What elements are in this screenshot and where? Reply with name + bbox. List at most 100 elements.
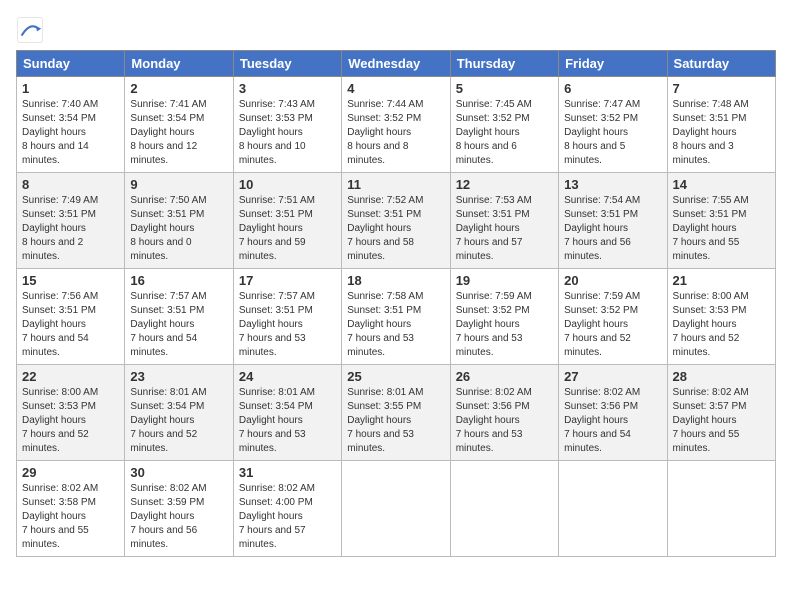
day-number: 8 <box>22 177 119 192</box>
day-number: 23 <box>130 369 227 384</box>
empty-cell <box>450 461 558 557</box>
logo-icon <box>16 16 44 44</box>
day-number: 30 <box>130 465 227 480</box>
day-info: Sunrise: 8:01 AMSunset: 3:54 PMDaylight … <box>130 387 206 454</box>
day-info: Sunrise: 7:55 AMSunset: 3:51 PMDaylight … <box>673 195 749 262</box>
day-info: Sunrise: 7:48 AMSunset: 3:51 PMDaylight … <box>673 99 749 166</box>
day-info: Sunrise: 8:02 AMSunset: 3:57 PMDaylight … <box>673 387 749 454</box>
day-cell-19: 19 Sunrise: 7:59 AMSunset: 3:52 PMDaylig… <box>450 269 558 365</box>
day-cell-22: 22 Sunrise: 8:00 AMSunset: 3:53 PMDaylig… <box>17 365 125 461</box>
day-cell-28: 28 Sunrise: 8:02 AMSunset: 3:57 PMDaylig… <box>667 365 775 461</box>
day-cell-12: 12 Sunrise: 7:53 AMSunset: 3:51 PMDaylig… <box>450 173 558 269</box>
day-number: 17 <box>239 273 336 288</box>
day-number: 13 <box>564 177 661 192</box>
day-number: 5 <box>456 81 553 96</box>
day-cell-5: 5 Sunrise: 7:45 AMSunset: 3:52 PMDayligh… <box>450 77 558 173</box>
day-cell-1: 1 Sunrise: 7:40 AMSunset: 3:54 PMDayligh… <box>17 77 125 173</box>
day-number: 15 <box>22 273 119 288</box>
day-number: 10 <box>239 177 336 192</box>
day-info: Sunrise: 7:57 AMSunset: 3:51 PMDaylight … <box>239 291 315 358</box>
week-row-3: 15 Sunrise: 7:56 AMSunset: 3:51 PMDaylig… <box>17 269 776 365</box>
weekday-header-tuesday: Tuesday <box>233 51 341 77</box>
day-cell-2: 2 Sunrise: 7:41 AMSunset: 3:54 PMDayligh… <box>125 77 233 173</box>
day-cell-21: 21 Sunrise: 8:00 AMSunset: 3:53 PMDaylig… <box>667 269 775 365</box>
day-cell-24: 24 Sunrise: 8:01 AMSunset: 3:54 PMDaylig… <box>233 365 341 461</box>
day-cell-8: 8 Sunrise: 7:49 AMSunset: 3:51 PMDayligh… <box>17 173 125 269</box>
day-number: 12 <box>456 177 553 192</box>
day-info: Sunrise: 7:47 AMSunset: 3:52 PMDaylight … <box>564 99 640 166</box>
day-cell-6: 6 Sunrise: 7:47 AMSunset: 3:52 PMDayligh… <box>559 77 667 173</box>
day-number: 24 <box>239 369 336 384</box>
day-number: 22 <box>22 369 119 384</box>
day-number: 28 <box>673 369 770 384</box>
day-cell-3: 3 Sunrise: 7:43 AMSunset: 3:53 PMDayligh… <box>233 77 341 173</box>
day-number: 16 <box>130 273 227 288</box>
calendar-table: SundayMondayTuesdayWednesdayThursdayFrid… <box>16 50 776 557</box>
day-info: Sunrise: 7:41 AMSunset: 3:54 PMDaylight … <box>130 99 206 166</box>
day-number: 20 <box>564 273 661 288</box>
day-number: 19 <box>456 273 553 288</box>
day-info: Sunrise: 7:49 AMSunset: 3:51 PMDaylight … <box>22 195 98 262</box>
day-info: Sunrise: 7:54 AMSunset: 3:51 PMDaylight … <box>564 195 640 262</box>
day-info: Sunrise: 7:52 AMSunset: 3:51 PMDaylight … <box>347 195 423 262</box>
day-cell-23: 23 Sunrise: 8:01 AMSunset: 3:54 PMDaylig… <box>125 365 233 461</box>
day-number: 9 <box>130 177 227 192</box>
day-number: 4 <box>347 81 444 96</box>
day-number: 11 <box>347 177 444 192</box>
day-info: Sunrise: 7:40 AMSunset: 3:54 PMDaylight … <box>22 99 98 166</box>
day-cell-4: 4 Sunrise: 7:44 AMSunset: 3:52 PMDayligh… <box>342 77 450 173</box>
day-info: Sunrise: 7:51 AMSunset: 3:51 PMDaylight … <box>239 195 315 262</box>
day-info: Sunrise: 7:58 AMSunset: 3:51 PMDaylight … <box>347 291 423 358</box>
day-info: Sunrise: 7:43 AMSunset: 3:53 PMDaylight … <box>239 99 315 166</box>
day-info: Sunrise: 8:02 AMSunset: 4:00 PMDaylight … <box>239 483 315 550</box>
logo <box>16 16 46 44</box>
day-number: 3 <box>239 81 336 96</box>
day-info: Sunrise: 8:01 AMSunset: 3:54 PMDaylight … <box>239 387 315 454</box>
day-number: 18 <box>347 273 444 288</box>
day-info: Sunrise: 8:02 AMSunset: 3:56 PMDaylight … <box>456 387 532 454</box>
day-cell-20: 20 Sunrise: 7:59 AMSunset: 3:52 PMDaylig… <box>559 269 667 365</box>
day-info: Sunrise: 7:50 AMSunset: 3:51 PMDaylight … <box>130 195 206 262</box>
day-info: Sunrise: 7:53 AMSunset: 3:51 PMDaylight … <box>456 195 532 262</box>
day-info: Sunrise: 7:59 AMSunset: 3:52 PMDaylight … <box>564 291 640 358</box>
day-info: Sunrise: 8:01 AMSunset: 3:55 PMDaylight … <box>347 387 423 454</box>
day-info: Sunrise: 8:02 AMSunset: 3:59 PMDaylight … <box>130 483 206 550</box>
day-cell-15: 15 Sunrise: 7:56 AMSunset: 3:51 PMDaylig… <box>17 269 125 365</box>
day-number: 21 <box>673 273 770 288</box>
page-header <box>16 16 776 44</box>
week-row-2: 8 Sunrise: 7:49 AMSunset: 3:51 PMDayligh… <box>17 173 776 269</box>
day-info: Sunrise: 7:44 AMSunset: 3:52 PMDaylight … <box>347 99 423 166</box>
day-info: Sunrise: 7:57 AMSunset: 3:51 PMDaylight … <box>130 291 206 358</box>
day-cell-25: 25 Sunrise: 8:01 AMSunset: 3:55 PMDaylig… <box>342 365 450 461</box>
day-cell-27: 27 Sunrise: 8:02 AMSunset: 3:56 PMDaylig… <box>559 365 667 461</box>
day-info: Sunrise: 7:56 AMSunset: 3:51 PMDaylight … <box>22 291 98 358</box>
empty-cell <box>342 461 450 557</box>
day-cell-26: 26 Sunrise: 8:02 AMSunset: 3:56 PMDaylig… <box>450 365 558 461</box>
empty-cell <box>559 461 667 557</box>
day-info: Sunrise: 8:02 AMSunset: 3:58 PMDaylight … <box>22 483 98 550</box>
day-number: 1 <box>22 81 119 96</box>
day-cell-7: 7 Sunrise: 7:48 AMSunset: 3:51 PMDayligh… <box>667 77 775 173</box>
weekday-header-sunday: Sunday <box>17 51 125 77</box>
day-number: 31 <box>239 465 336 480</box>
day-cell-16: 16 Sunrise: 7:57 AMSunset: 3:51 PMDaylig… <box>125 269 233 365</box>
day-number: 6 <box>564 81 661 96</box>
weekday-header-monday: Monday <box>125 51 233 77</box>
weekday-header-thursday: Thursday <box>450 51 558 77</box>
day-cell-17: 17 Sunrise: 7:57 AMSunset: 3:51 PMDaylig… <box>233 269 341 365</box>
day-cell-13: 13 Sunrise: 7:54 AMSunset: 3:51 PMDaylig… <box>559 173 667 269</box>
day-cell-29: 29 Sunrise: 8:02 AMSunset: 3:58 PMDaylig… <box>17 461 125 557</box>
day-number: 26 <box>456 369 553 384</box>
weekday-header-wednesday: Wednesday <box>342 51 450 77</box>
day-number: 25 <box>347 369 444 384</box>
day-number: 2 <box>130 81 227 96</box>
day-number: 27 <box>564 369 661 384</box>
day-info: Sunrise: 8:00 AMSunset: 3:53 PMDaylight … <box>673 291 749 358</box>
day-info: Sunrise: 7:59 AMSunset: 3:52 PMDaylight … <box>456 291 532 358</box>
day-cell-18: 18 Sunrise: 7:58 AMSunset: 3:51 PMDaylig… <box>342 269 450 365</box>
day-number: 29 <box>22 465 119 480</box>
day-info: Sunrise: 8:02 AMSunset: 3:56 PMDaylight … <box>564 387 640 454</box>
day-cell-10: 10 Sunrise: 7:51 AMSunset: 3:51 PMDaylig… <box>233 173 341 269</box>
week-row-5: 29 Sunrise: 8:02 AMSunset: 3:58 PMDaylig… <box>17 461 776 557</box>
day-number: 14 <box>673 177 770 192</box>
